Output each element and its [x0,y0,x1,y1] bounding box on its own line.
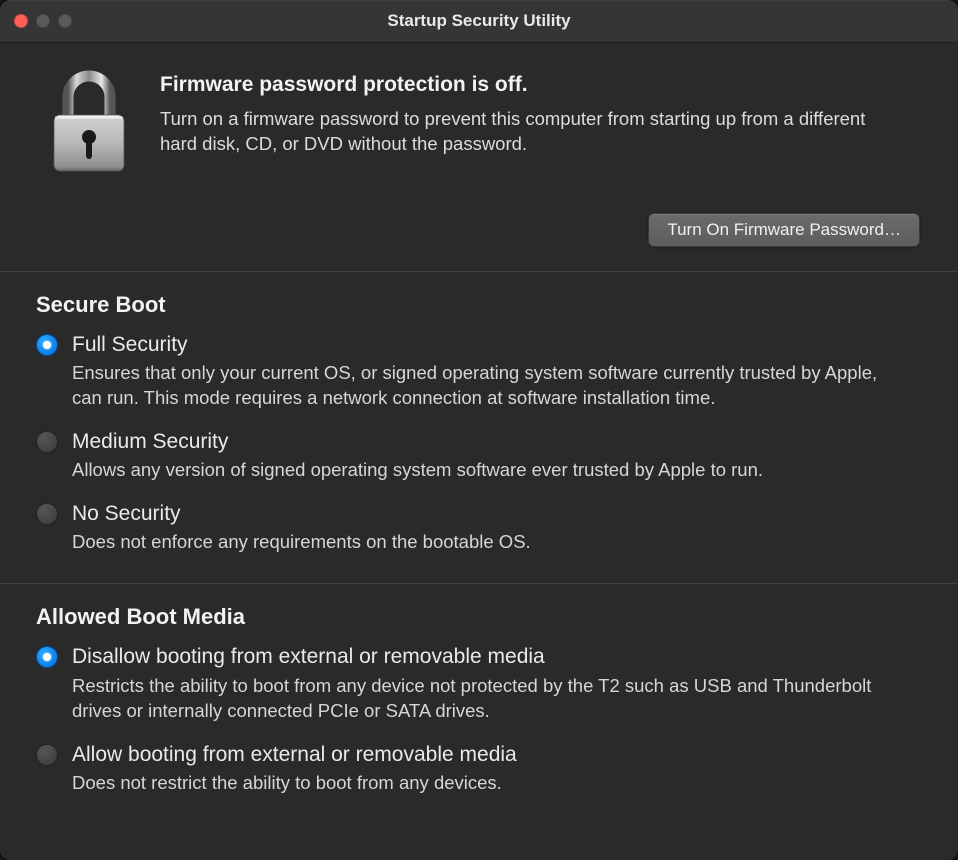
allowed-boot-media-section: Allowed Boot Media Disallow booting from… [0,584,958,823]
option-title: Full Security [72,332,922,357]
secure-boot-section: Secure Boot Full Security Ensures that o… [0,272,958,584]
lock-icon [48,67,130,175]
option-description: Allows any version of signed operating s… [72,458,902,483]
secure-boot-heading: Secure Boot [36,292,922,318]
firmware-description: Turn on a firmware password to prevent t… [160,107,880,157]
option-title: Medium Security [72,429,922,454]
option-title: Allow booting from external or removable… [72,742,922,767]
radio-indicator [36,503,58,525]
option-title: Disallow booting from external or remova… [72,644,922,669]
firmware-heading: Firmware password protection is off. [160,73,922,97]
radio-indicator [36,431,58,453]
option-description: Ensures that only your current OS, or si… [72,361,902,411]
radio-indicator [36,334,58,356]
secure-boot-option-medium[interactable]: Medium Security Allows any version of si… [36,429,922,483]
content: Firmware password protection is off. Tur… [0,43,958,860]
maximize-button[interactable] [58,14,72,28]
secure-boot-option-none[interactable]: No Security Does not enforce any require… [36,501,922,555]
option-description: Does not restrict the ability to boot fr… [72,771,902,796]
secure-boot-option-full[interactable]: Full Security Ensures that only your cur… [36,332,922,411]
titlebar: Startup Security Utility [0,0,958,43]
option-title: No Security [72,501,922,526]
radio-indicator [36,646,58,668]
window-title: Startup Security Utility [0,11,958,31]
turn-on-firmware-password-button[interactable]: Turn On Firmware Password… [648,213,920,247]
option-description: Does not enforce any requirements on the… [72,530,902,555]
window: Startup Security Utility [0,0,958,860]
close-button[interactable] [14,14,28,28]
option-description: Restricts the ability to boot from any d… [72,674,902,724]
radio-indicator [36,744,58,766]
boot-media-heading: Allowed Boot Media [36,604,922,630]
firmware-password-section: Firmware password protection is off. Tur… [0,43,958,272]
traffic-lights [0,14,72,28]
boot-media-option-disallow[interactable]: Disallow booting from external or remova… [36,644,922,723]
minimize-button[interactable] [36,14,50,28]
boot-media-option-allow[interactable]: Allow booting from external or removable… [36,742,922,796]
